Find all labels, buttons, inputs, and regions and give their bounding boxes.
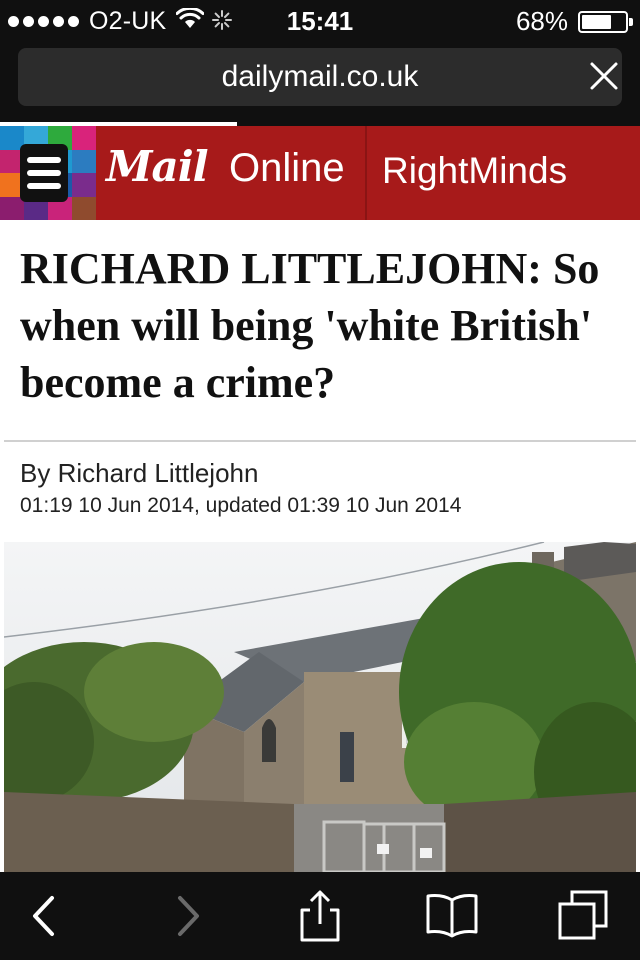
browser-toolbar [0,872,640,960]
divider [4,440,636,442]
browser-address-bar: dailymail.co.uk [0,40,640,126]
logo-mail[interactable]: Mail [106,142,209,191]
article-byline[interactable]: By Richard Littlejohn [20,458,258,489]
battery-percent: 68% [515,6,568,36]
url-text: dailymail.co.uk [221,60,419,93]
status-bar: O2-UK 15:41 68% [0,0,640,40]
share-icon[interactable] [292,888,348,944]
article-dateline: 01:19 10 Jun 2014, updated 01:39 10 Jun … [20,494,462,517]
bookmarks-icon[interactable] [424,888,480,944]
battery-icon [578,10,633,33]
back-icon[interactable] [18,888,74,944]
article-photo[interactable] [4,542,636,872]
site-header: Mail Online RightMinds [0,126,640,220]
menu-icon[interactable] [20,144,68,202]
url-field[interactable]: dailymail.co.uk [18,48,622,106]
logo-online[interactable]: Online [229,146,345,191]
close-icon[interactable] [584,56,624,96]
section-rightminds-link[interactable]: RightMinds [382,150,567,192]
forward-icon[interactable] [158,888,214,944]
article-headline: RICHARD LITTLEJOHN: So when will being '… [20,244,600,407]
tabs-icon[interactable] [556,888,612,944]
header-divider [365,126,367,220]
